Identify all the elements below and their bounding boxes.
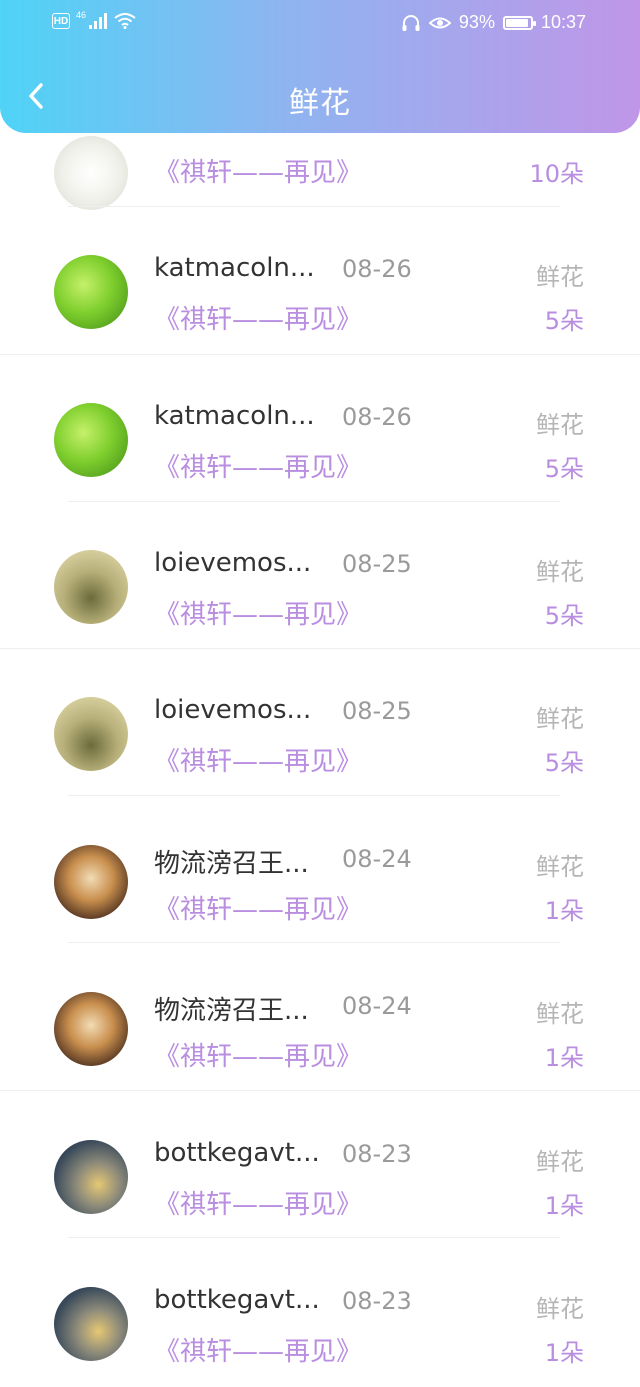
gift-type: 鲜花 [536,411,584,439]
list-item[interactable]: bottkegavt... 08-23 鲜花 《祺轩——再见》 1朵 [0,1091,640,1239]
gift-type: 鲜花 [536,1000,584,1028]
flower-count: 5朵 [544,602,584,630]
avatar [54,403,128,477]
gift-type: 鲜花 [536,263,584,291]
user-name: bottkegavt... [154,1138,320,1168]
user-name: loievemos... [154,695,312,725]
hd-icon: HD [52,13,70,29]
book-title: 《祺轩——再见》 [154,158,363,188]
status-bar: HD 46 93% 10:37 [0,0,640,48]
date: 08-26 [342,255,412,283]
date: 08-23 [342,1287,412,1315]
user-name: 物流滂召王... [154,849,309,879]
flower-count: 5朵 [544,307,584,335]
avatar [54,845,128,919]
date: 08-26 [342,403,412,431]
list-item[interactable]: bottkegavt... 08-23 鲜花 《祺轩——再见》 1朵 [0,1238,640,1386]
book-title: 《祺轩——再见》 [154,1190,363,1220]
flower-count: 1朵 [544,897,584,925]
user-name: 物流滂召王... [154,996,309,1026]
book-title: 《祺轩——再见》 [154,1042,363,1072]
flower-count: 10朵 [529,160,584,188]
avatar [54,255,128,329]
date: 08-24 [342,845,412,873]
avatar [54,550,128,624]
list-item[interactable]: 物流滂召王... 08-24 鲜花 《祺轩——再见》 1朵 [0,796,640,944]
gift-type: 鲜花 [536,1295,584,1323]
headphones-icon [402,14,420,31]
gift-type: 鲜花 [536,705,584,733]
battery-icon [502,15,536,30]
user-name: loievemos... [154,548,312,578]
page-title: 鲜花 [289,86,351,121]
avatar [54,992,128,1066]
list-item[interactable]: 物流滂召王... 08-24 鲜花 《祺轩——再见》 1朵 [0,943,640,1091]
book-title: 《祺轩——再见》 [154,305,363,335]
book-title: 《祺轩——再见》 [154,1337,363,1367]
list-item[interactable]: katmacoln... 08-26 鲜花 《祺轩——再见》 5朵 [0,207,640,355]
avatar [54,136,128,210]
flower-count: 5朵 [544,455,584,483]
battery-percent: 93% [458,12,495,32]
flower-count: 5朵 [544,749,584,777]
flower-count: 1朵 [544,1192,584,1220]
gift-type: 鲜花 [536,853,584,881]
book-title: 《祺轩——再见》 [154,747,363,777]
avatar [54,1287,128,1361]
signal-icon [89,13,108,29]
wifi-icon [114,13,136,29]
clock: 10:37 [540,12,586,32]
gift-type: 鲜花 [536,558,584,586]
eye-comfort-icon [428,17,451,28]
list-item[interactable]: katmacoln... 08-26 鲜花 《祺轩——再见》 5朵 [0,355,640,503]
gift-type: 鲜花 [536,1148,584,1176]
date: 08-23 [342,1140,412,1168]
flower-count: 1朵 [544,1339,584,1367]
flower-count: 1朵 [544,1044,584,1072]
user-name: bottkegavt... [154,1285,320,1315]
user-name: katmacoln... [154,253,315,283]
book-title: 《祺轩——再见》 [154,895,363,925]
nav-bar: 鲜花 [0,56,640,136]
date: 08-24 [342,992,412,1020]
date: 08-25 [342,697,412,725]
network-type: 46 [76,10,87,20]
list-item[interactable]: loievemos... 08-25 鲜花 《祺轩——再见》 5朵 [0,649,640,797]
user-name: katmacoln... [154,401,315,431]
book-title: 《祺轩——再见》 [154,600,363,630]
book-title: 《祺轩——再见》 [154,453,363,483]
date: 08-25 [342,550,412,578]
list-item[interactable]: loievemos... 08-25 鲜花 《祺轩——再见》 5朵 [0,502,640,650]
avatar [54,697,128,771]
app-header: HD 46 93% 10:37 鲜花 [0,0,640,133]
avatar [54,1140,128,1214]
